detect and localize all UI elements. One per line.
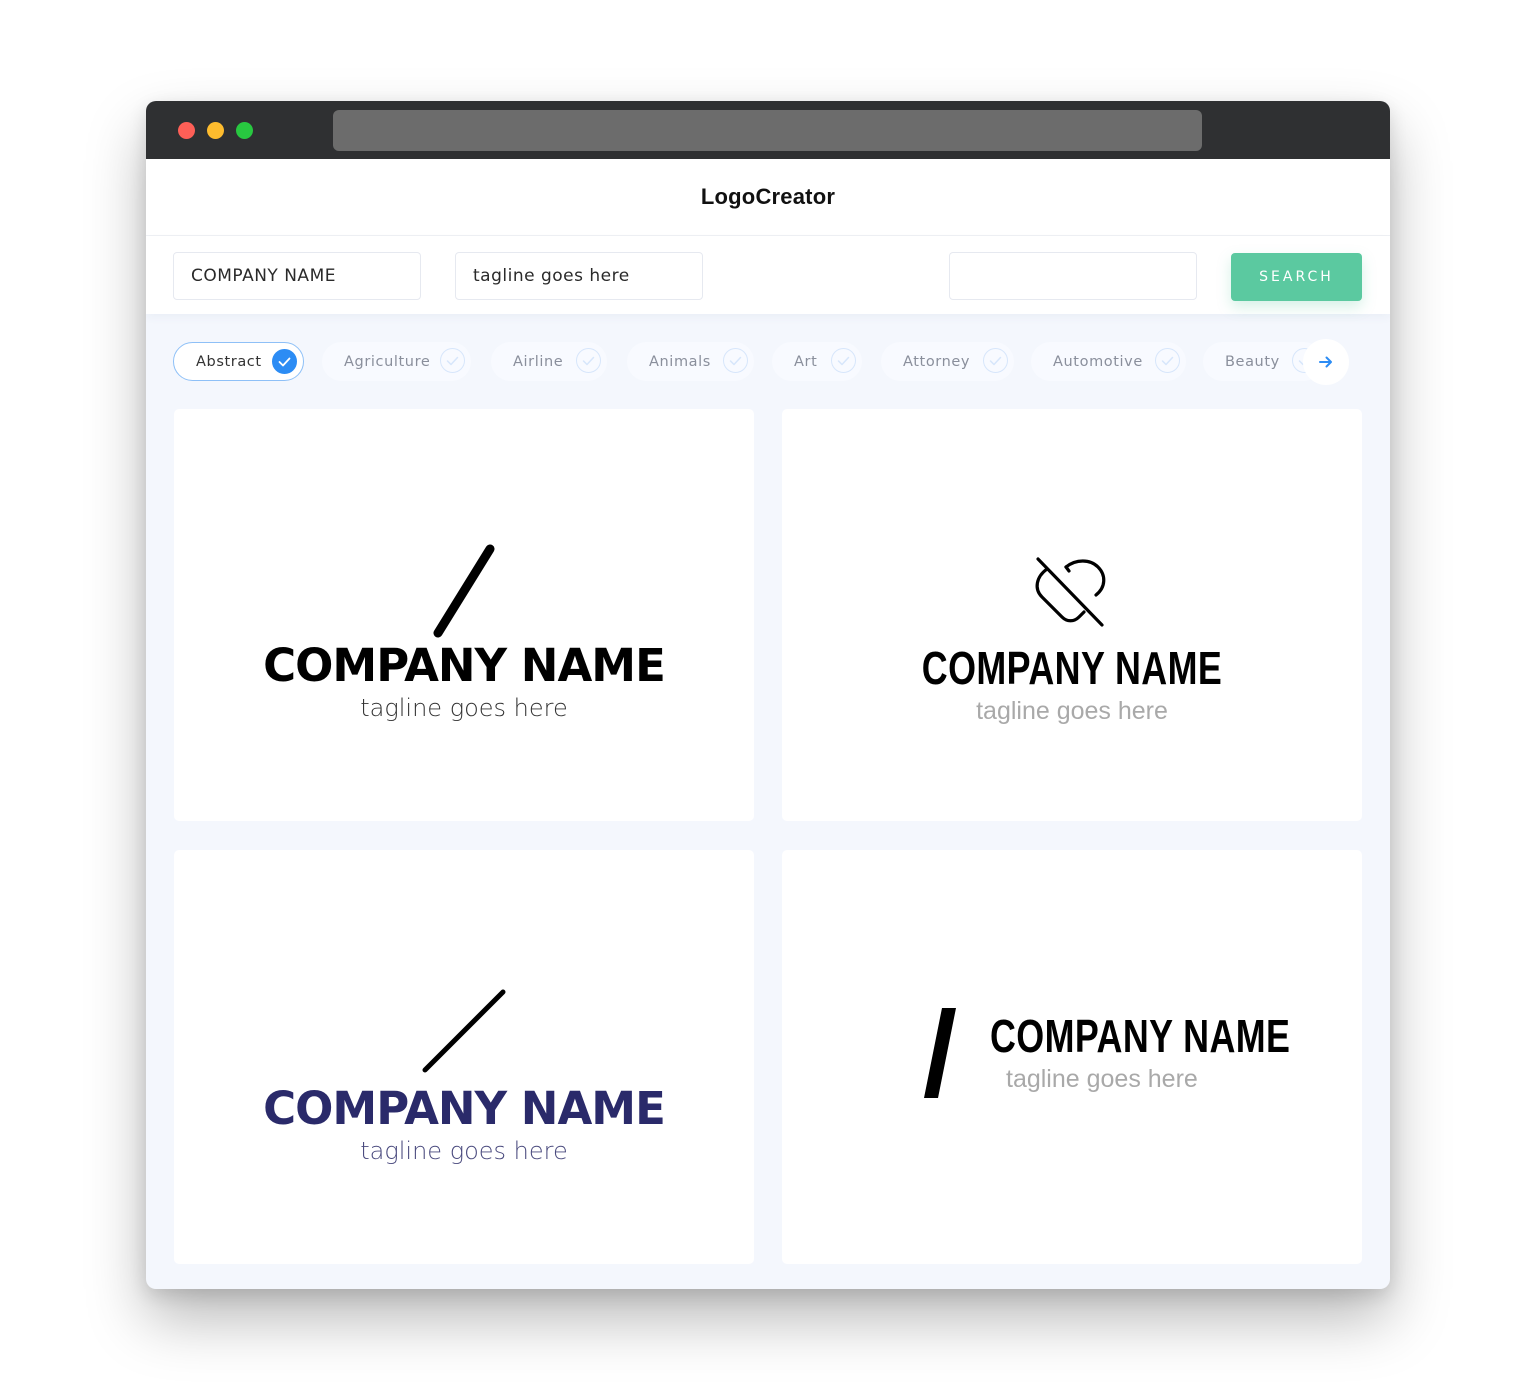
slash-stroke-icon [433, 544, 495, 638]
category-chip-agriculture[interactable]: Agriculture [322, 342, 471, 381]
logo-company-name: COMPANY NAME [263, 1082, 666, 1135]
logo-card[interactable]: COMPANY NAME tagline goes here [782, 850, 1362, 1264]
logo-company-name: COMPANY NAME [921, 642, 1223, 694]
category-chip-label: Art [794, 353, 818, 370]
category-chip-label: Animals [649, 353, 711, 370]
category-chip-animals[interactable]: Animals [627, 342, 754, 381]
close-window-button[interactable] [178, 122, 195, 139]
logo-tagline: tagline goes here [1006, 1065, 1198, 1093]
heart-off-icon [1035, 557, 1106, 627]
logo-tagline: tagline goes here [360, 1137, 568, 1165]
logo-card[interactable]: COMPANY NAME tagline goes here [782, 409, 1362, 821]
category-chip-attorney[interactable]: Attorney [881, 342, 1014, 381]
slash-bar-icon [924, 1008, 956, 1098]
category-chip-automotive[interactable]: Automotive [1031, 342, 1186, 381]
category-chip-airline[interactable]: Airline [491, 342, 607, 381]
logo-company-name: COMPANY NAME [263, 639, 666, 692]
checkmark-icon [831, 348, 856, 373]
search-bar: COMPANY NAME tagline goes here SEARCH [146, 236, 1390, 314]
title-bar [146, 101, 1390, 159]
minimize-window-button[interactable] [207, 122, 224, 139]
checkmark-icon [983, 348, 1008, 373]
app-logo-title[interactable]: LogoCreator [701, 184, 835, 210]
category-chip-label: Attorney [903, 353, 971, 370]
category-chip-label: Beauty [1225, 353, 1280, 370]
checkmark-icon [440, 348, 465, 373]
logo-tagline: tagline goes here [976, 697, 1168, 725]
address-bar[interactable] [333, 110, 1202, 151]
checkmark-icon [272, 349, 297, 374]
search-query-input[interactable] [949, 252, 1197, 300]
category-chip-abstract[interactable]: Abstract [173, 342, 304, 381]
checkmark-icon [723, 348, 748, 373]
logo-company-name: COMPANY NAME [990, 1010, 1291, 1062]
logo-card[interactable]: COMPANY NAME tagline goes here [174, 409, 754, 821]
logo-card[interactable]: COMPANY NAME tagline goes here [174, 850, 754, 1264]
category-chip-label: Automotive [1053, 353, 1143, 370]
app-header: LogoCreator [146, 159, 1390, 236]
search-button[interactable]: SEARCH [1231, 253, 1362, 301]
category-chip-label: Abstract [196, 353, 262, 370]
category-chip-art[interactable]: Art [772, 342, 862, 381]
company-name-input[interactable]: COMPANY NAME [173, 252, 421, 300]
category-chip-label: Airline [513, 353, 564, 370]
category-chip-label: Agriculture [344, 353, 431, 370]
checkmark-icon [576, 348, 601, 373]
tagline-input[interactable]: tagline goes here [455, 252, 703, 300]
category-filter-bar: Abstract Agriculture Airline Animals Art [146, 339, 1390, 385]
arrow-right-icon [1319, 356, 1332, 368]
logo-tagline: tagline goes here [360, 694, 568, 722]
slash-thin-icon [422, 989, 506, 1073]
maximize-window-button[interactable] [236, 122, 253, 139]
browser-window: LogoCreator COMPANY NAME tagline goes he… [146, 101, 1390, 1289]
checkmark-icon [1155, 348, 1180, 373]
next-categories-button[interactable] [1303, 339, 1349, 385]
